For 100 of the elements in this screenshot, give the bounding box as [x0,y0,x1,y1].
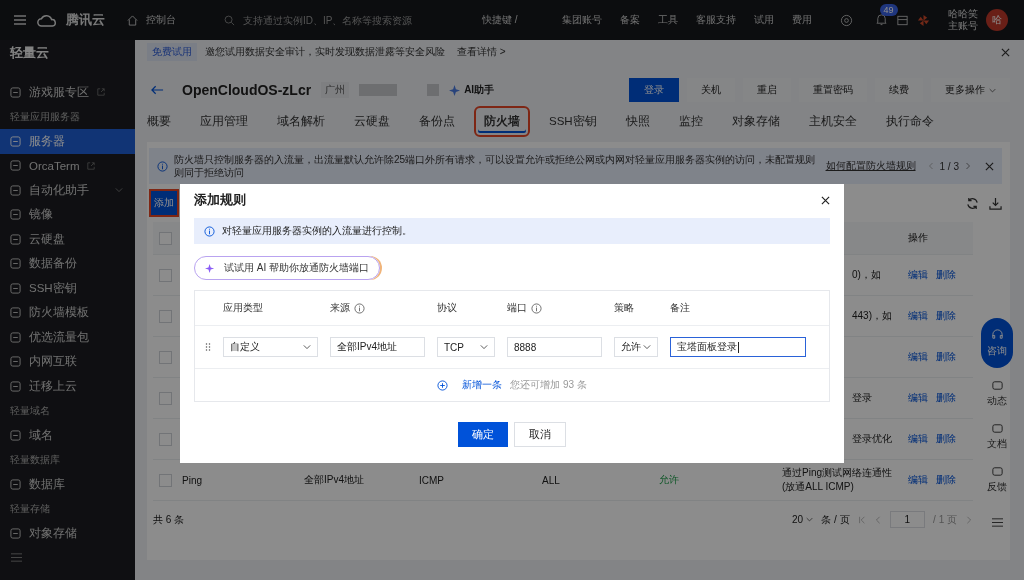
refresh-icon[interactable] [966,196,979,210]
sidebar-item[interactable]: 优选流量包 [0,325,135,350]
sidebar-item[interactable]: OrcaTerm [0,153,135,178]
column-header: 策略 [614,301,634,315]
help-link[interactable]: 如何配置防火墙规则 [825,159,916,173]
nav-link[interactable]: 备案 [619,13,640,27]
download-icon[interactable] [989,196,1002,210]
back-arrow-icon[interactable] [151,85,164,95]
row-checkbox[interactable] [159,309,172,323]
user-avatar[interactable]: 哈 [985,9,1008,31]
user-name[interactable]: 哈哈笑 [947,7,978,20]
sidebar-item[interactable]: 服务器 [0,129,135,154]
list-icon[interactable] [990,517,1004,528]
tab[interactable]: 监控 [672,109,709,133]
sidebar-item[interactable]: SSH密钥 [0,276,135,301]
tab[interactable]: 域名解析 [271,109,331,133]
sidebar-title: 轻量云 [9,44,50,62]
close-icon[interactable] [821,195,830,205]
cancel-button[interactable]: 取消 [514,422,566,447]
notification-badge: 49 [879,3,898,16]
row-action-link[interactable]: 删除 [936,268,956,282]
tab[interactable]: 应用管理 [194,109,254,133]
ai-assistant-link[interactable]: AI助手 [464,83,495,97]
tab[interactable]: 概要 [141,109,177,133]
nav-link[interactable]: 费用 [791,13,812,27]
brand-name: 腾讯云 [66,11,105,29]
sidebar-item[interactable]: 云硬盘 [0,227,135,252]
sidebar-item[interactable]: 游戏服专区 [0,80,135,105]
info-icon[interactable] [354,302,365,314]
info-text: 对轻量应用服务器实例的入流量进行控制。 [222,224,412,238]
sidebar-item[interactable]: 数据库 [0,472,135,497]
row-action-link[interactable]: 删除 [936,350,956,364]
row-checkbox[interactable] [159,432,172,446]
external-link-icon [87,161,96,170]
row-action-link[interactable]: 编辑 [908,350,928,364]
input-field[interactable]: 全部IPv4地址 [330,337,425,357]
add-row-link[interactable]: 新增一条 [462,378,503,392]
tab[interactable]: 执行命令 [879,109,940,133]
menu-icon[interactable] [12,12,28,28]
tab[interactable]: 快照 [619,109,656,133]
sidebar-item[interactable]: 域名 [0,423,135,448]
shortcut-hint: 快捷键 / [482,13,518,27]
nav-link[interactable]: 客服支持 [695,13,736,27]
row-checkbox[interactable] [159,350,172,364]
chevron-right-icon[interactable] [965,162,971,170]
row-action-link[interactable]: 删除 [936,473,956,487]
page-size-select[interactable]: 20 [792,514,814,525]
add-circle-icon[interactable] [437,379,449,391]
row-checkbox[interactable] [159,268,172,282]
tab[interactable]: 云硬盘 [348,109,396,133]
caret-icon [480,343,488,351]
sidebar-item[interactable]: 自动化助手 [0,178,135,203]
info-icon[interactable] [531,302,542,314]
action-button[interactable]: 登录 [629,78,679,102]
row-action-link[interactable]: 编辑 [908,268,928,282]
sidebar-item[interactable]: 防火墙模板 [0,300,135,325]
details-link[interactable]: 查看详情 > [457,45,506,59]
add-rule-button[interactable]: 添加 [149,189,179,217]
nav-link[interactable]: 试用 [753,13,774,27]
nav-link[interactable]: 集团账号 [561,13,602,27]
sidebar-item[interactable]: 迁移上云 [0,374,135,399]
sidebar-item[interactable]: 内网互联 [0,349,135,374]
console-link[interactable]: 控制台 [146,13,176,27]
input-field[interactable]: 宝塔面板登录 [670,337,806,357]
header-checkbox[interactable] [159,231,172,245]
tab[interactable]: 主机安全 [802,109,863,133]
row-checkbox[interactable] [159,391,172,405]
consult-button[interactable]: 咨询 [981,318,1013,368]
bell-icon[interactable] [874,12,888,26]
select-field[interactable]: TCP [437,337,495,357]
tab[interactable]: SSH密钥 [543,109,603,133]
page-input[interactable]: 1 [889,511,926,528]
circle-icon[interactable] [839,13,853,27]
row-action-link[interactable]: 删除 [936,391,956,405]
inbox-icon[interactable] [895,13,909,27]
sidebar-item[interactable]: 对象存储 [0,521,135,546]
row-action-link[interactable]: 删除 [936,309,956,323]
table-cell: 登录优化 [852,433,892,444]
first-page-icon[interactable] [857,515,866,524]
sidebar-item[interactable]: 数据备份 [0,251,135,276]
row-action-link[interactable]: 删除 [936,432,956,446]
sidebar-item[interactable]: 镜像 [0,202,135,227]
row-action-link[interactable]: 编辑 [908,309,928,323]
row-action-link[interactable]: 编辑 [908,432,928,446]
tab[interactable]: 备份点 [413,109,461,133]
select-field[interactable]: 自定义 [223,337,318,357]
collapse-icon[interactable] [10,551,23,563]
search-field[interactable]: 支持通过实例ID、IP、名称等搜索资源 [224,13,474,27]
input-field[interactable]: 8888 [507,337,602,357]
drag-handle-icon[interactable] [205,342,211,352]
tab[interactable]: 对象存储 [725,109,786,133]
row-action-link[interactable]: 编辑 [908,473,928,487]
nav-link[interactable]: 工具 [657,13,678,27]
pinwheel-icon[interactable] [916,13,930,27]
region-tag: 广州 [321,82,350,98]
confirm-button[interactable]: 确定 [458,422,508,447]
row-checkbox[interactable] [159,473,172,487]
row-action-link[interactable]: 编辑 [908,391,928,405]
column-header: 备注 [670,301,690,315]
select-field[interactable]: 允许 [614,337,658,357]
